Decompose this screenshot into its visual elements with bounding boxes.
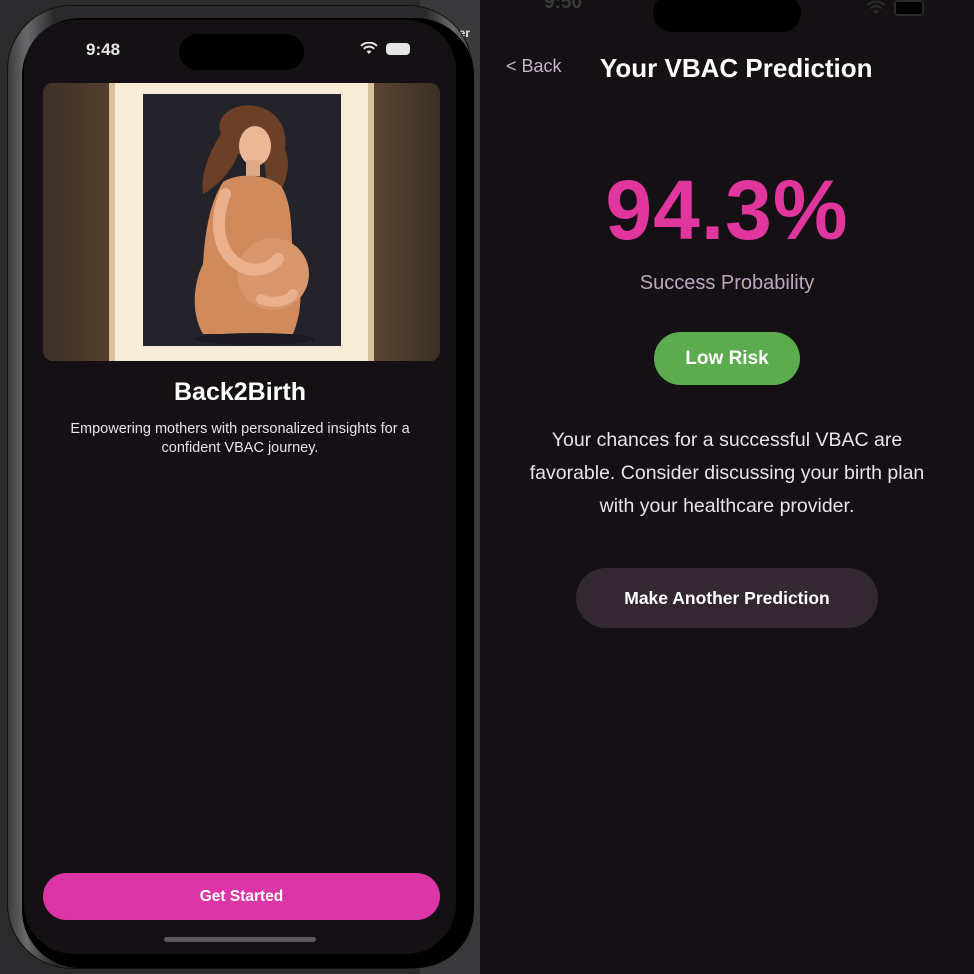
dynamic-island — [179, 34, 304, 70]
left-phone-panel: ller 9:48 Back2Birth Empowering mothers … — [0, 0, 480, 974]
status-bar-icons — [866, 0, 924, 16]
app-title: Back2Birth — [174, 378, 306, 406]
prediction-screen: 9:50 < Back Your VBAC Prediction 94.3% S… — [480, 0, 974, 974]
wifi-icon — [866, 1, 886, 14]
risk-badge: Low Risk — [654, 332, 800, 385]
status-bar-time: 9:48 — [86, 40, 121, 59]
prediction-advice: Your chances for a successful VBAC are f… — [529, 429, 925, 517]
page-title: Your VBAC Prediction — [600, 53, 873, 83]
status-bar-icons — [360, 42, 410, 55]
dynamic-island — [653, 0, 801, 32]
success-probability-label: Success Probability — [639, 272, 815, 294]
status-bar-time: 9:50 — [544, 0, 583, 13]
battery-icon — [386, 42, 410, 55]
wifi-icon — [360, 42, 378, 54]
home-indicator[interactable] — [164, 937, 316, 942]
get-started-button[interactable]: Get Started — [43, 873, 440, 920]
make-another-prediction-button[interactable]: Make Another Prediction — [576, 568, 878, 628]
welcome-screen: 9:48 Back2Birth Empowering mothers with … — [24, 20, 456, 954]
pregnant-woman-illustration — [143, 94, 341, 346]
app-tagline: Empowering mothers with personalized ins… — [70, 421, 410, 456]
success-percentage: 94.3% — [605, 163, 849, 257]
hero-image — [43, 83, 440, 361]
battery-icon — [894, 0, 924, 16]
back-button[interactable]: < Back — [506, 56, 562, 77]
